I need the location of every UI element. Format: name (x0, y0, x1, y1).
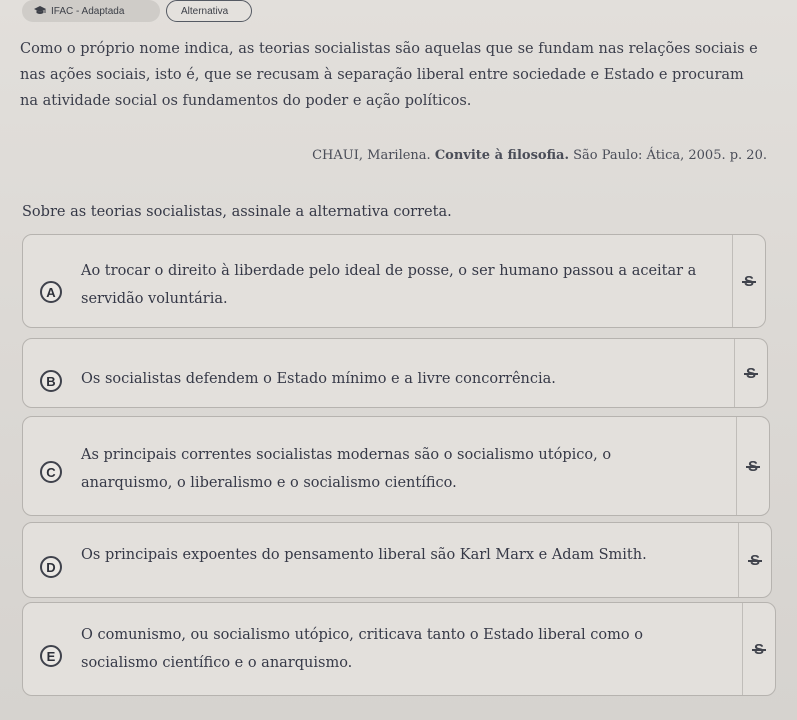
option-d[interactable]: D Os principais expoentes do pensamento … (22, 522, 772, 598)
question-type-chip[interactable]: Alternativa (166, 0, 252, 22)
option-text: As principais correntes socialistas mode… (81, 447, 612, 491)
citation-author: CHAUI, Marilena. (312, 148, 431, 163)
question-instruction: Sobre as teorias socialistas, assinale a… (22, 204, 452, 220)
eliminate-option-button[interactable]: S (736, 417, 769, 515)
strikethrough-icon: S (751, 640, 767, 658)
option-letter: D (40, 556, 62, 578)
citation: CHAUI, Marilena. Convite à filosofia. Sã… (312, 148, 767, 163)
strikethrough-icon: S (745, 457, 761, 475)
option-c[interactable]: C As principais correntes socialistas mo… (22, 416, 770, 516)
option-letter: B (40, 370, 62, 392)
source-label: IFAC - Adaptada (51, 5, 125, 17)
strikethrough-icon: S (741, 272, 757, 290)
citation-work: Convite à filosofia. (434, 148, 569, 163)
option-letter: E (40, 645, 62, 667)
eliminate-option-button[interactable]: S (732, 235, 765, 327)
eliminate-option-button[interactable]: S (734, 339, 767, 407)
option-text: Ao trocar o direito à liberdade pelo ide… (81, 263, 697, 307)
option-e[interactable]: E O comunismo, ou socialismo utópico, cr… (22, 602, 776, 696)
strikethrough-icon: S (743, 364, 759, 382)
option-a[interactable]: A Ao trocar o direito à liberdade pelo i… (22, 234, 766, 328)
citation-publisher: São Paulo: Ática, 2005. p. 20. (573, 148, 767, 163)
eliminate-option-button[interactable]: S (738, 523, 771, 597)
question-type-label: Alternativa (181, 5, 229, 17)
option-b[interactable]: B Os socialistas defendem o Estado mínim… (22, 338, 768, 408)
option-text: Os socialistas defendem o Estado mínimo … (81, 371, 556, 387)
option-letter: C (40, 461, 62, 483)
eliminate-option-button[interactable]: S (742, 603, 775, 695)
graduation-cap-icon (34, 6, 46, 14)
source-chip[interactable]: IFAC - Adaptada (22, 0, 160, 22)
question-text: Como o próprio nome indica, as teorias s… (20, 41, 758, 109)
option-text: Os principais expoentes do pensamento li… (81, 547, 647, 563)
option-text: O comunismo, ou socialismo utópico, crit… (81, 627, 643, 671)
strikethrough-icon: S (747, 551, 763, 569)
option-letter: A (40, 281, 62, 303)
